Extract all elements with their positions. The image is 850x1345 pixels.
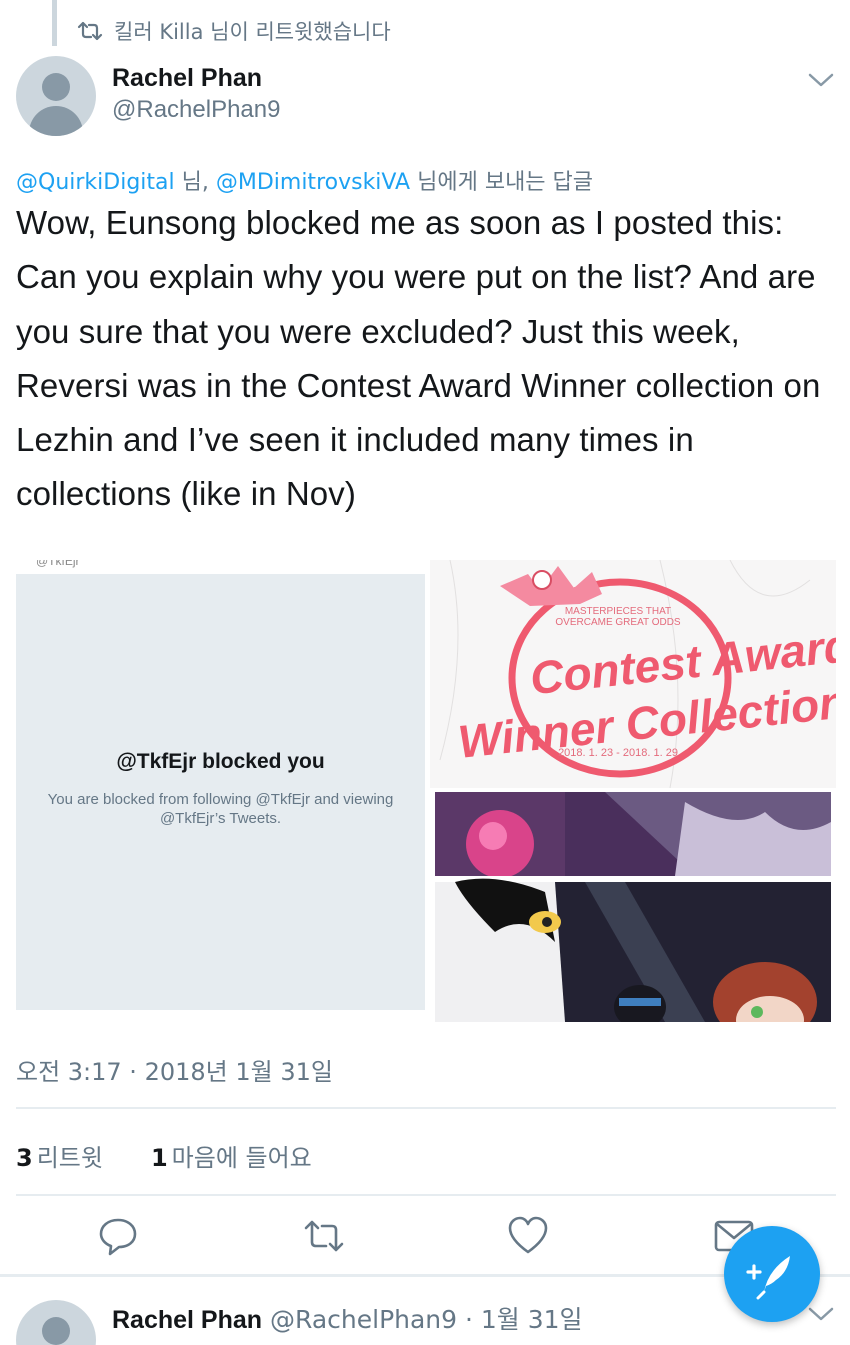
poster-dates: 2018. 1. 23 - 2018. 1. 29 [558,747,678,759]
media-image-poster[interactable]: MASTERPIECES THAT OVERCAME GREAT ODDS Co… [430,560,836,788]
retweet-context-text: 킬러 Killa 님이 리트윗했습니다 [114,20,391,44]
retweets-stat[interactable]: 3 리트윗 [16,1138,103,1173]
media-image-blocked[interactable]: @TkfEjr @TkfEjr blocked you You are bloc… [16,560,425,1010]
compose-icon [746,1256,790,1300]
blocked-title: @TkfEjr blocked you [116,750,325,773]
poster-overcame: OVERCAME GREAT ODDS [555,617,681,628]
tweet-stats: 3 리트윗 1 마음에 들어요 [16,1138,360,1173]
retweets-label: 리트윗 [36,1144,103,1172]
next-tweet-header[interactable]: Rachel Phan @RachelPhan9 · 1월 31일 [112,1300,583,1336]
tweet-timestamp[interactable]: 오전 3:17 · 2018년 1월 31일 [16,1052,333,1087]
thread-line [52,0,57,46]
author-name[interactable]: Rachel Phan [112,64,262,93]
tweet-text: Wow, Eunsong blocked me as soon as I pos… [16,204,821,513]
reply-to-line: @QuirkiDigital 님, @MDimitrovskiVA 님에게 보내… [16,164,593,196]
avatar[interactable] [16,1300,96,1345]
next-author-meta: @RachelPhan9 · 1월 31일 [262,1305,583,1334]
retweet-icon [77,21,103,41]
comic-panels [435,792,831,1022]
media-image-comic[interactable] [435,792,831,1022]
action-bar [0,1214,850,1260]
divider [16,1107,836,1109]
retweets-count: 3 [16,1144,33,1172]
reply-icon[interactable] [96,1214,140,1258]
tweet-separator [0,1274,850,1277]
author-handle[interactable]: @RachelPhan9 [112,96,280,124]
divider [16,1194,836,1196]
blocked-subtitle: You are blocked from following @TkfEjr a… [47,791,394,827]
compose-button[interactable] [724,1226,820,1322]
likes-label: 마음에 들어요 [171,1144,312,1172]
chevron-down-icon[interactable] [806,70,836,90]
retweet-icon[interactable] [302,1214,346,1258]
retweet-context[interactable]: 킬러 Killa 님이 리트윗했습니다 [76,16,391,46]
next-author-name: Rachel Phan [112,1306,263,1334]
mention-link[interactable]: @QuirkiDigital [16,170,175,195]
reply-suffix: 님에게 보내는 답글 [410,170,594,195]
avatar[interactable] [16,56,96,136]
mention-link[interactable]: @MDimitrovskiVA [216,170,410,195]
likes-stat[interactable]: 1 마음에 들어요 [151,1138,312,1173]
poster-masterpieces: MASTERPIECES THAT [565,606,671,617]
like-icon[interactable] [506,1214,550,1258]
reply-separator: 님, [174,170,216,195]
blocked-handle-cut: @TkfEjr [36,560,80,568]
likes-count: 1 [150,1144,168,1172]
media-grid: @TkfEjr @TkfEjr blocked you You are bloc… [16,560,836,1022]
contest-poster: MASTERPIECES THAT OVERCAME GREAT ODDS Co… [439,560,836,788]
